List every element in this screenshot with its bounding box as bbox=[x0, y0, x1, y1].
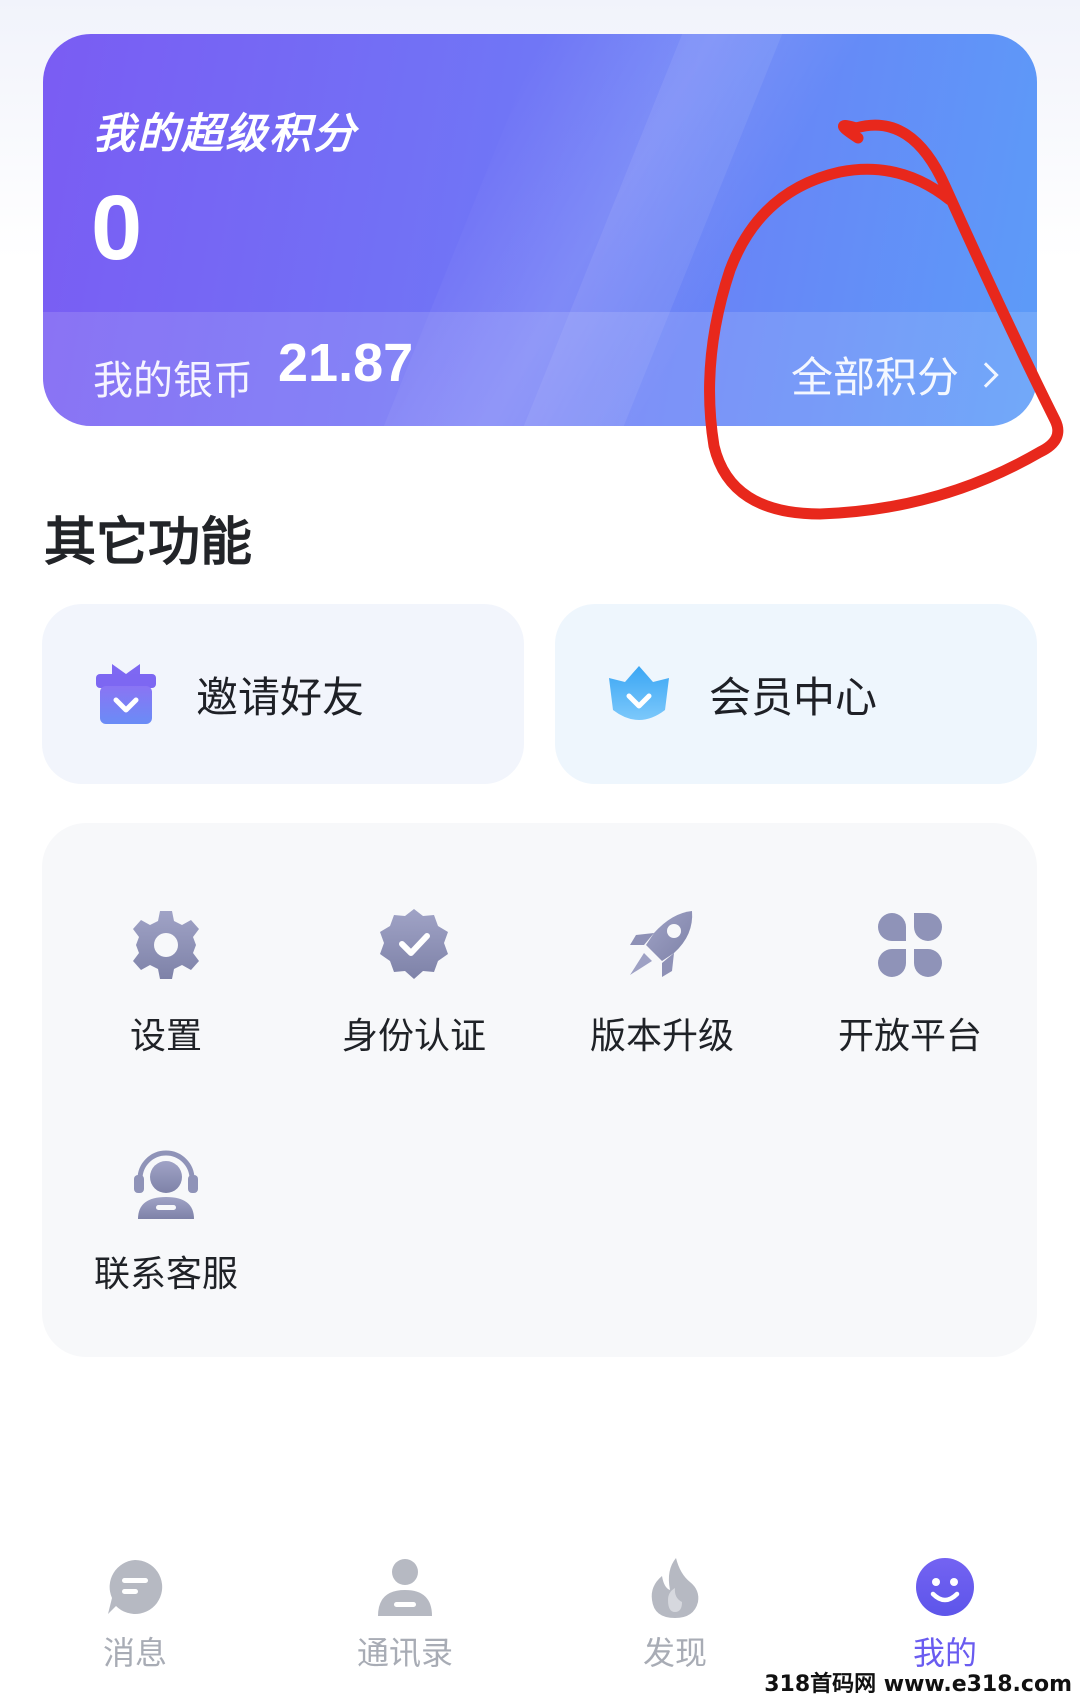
crown-shield-icon bbox=[609, 666, 669, 720]
nav-label-contacts: 通讯录 bbox=[356, 1634, 453, 1672]
open-platform-button[interactable]: 开放平台 bbox=[786, 905, 1034, 1059]
all-points-link[interactable]: 全部积分 bbox=[790, 344, 999, 405]
member-center-button[interactable]: 会员中心 bbox=[555, 604, 1037, 784]
section-title-other-functions: 其它功能 bbox=[44, 513, 253, 573]
nav-tab-contacts[interactable]: 通讯录 bbox=[270, 1554, 540, 1674]
flame-icon bbox=[651, 1558, 699, 1618]
rocket-icon bbox=[630, 911, 693, 977]
smiley-icon bbox=[916, 1558, 974, 1616]
super-points-value: 0 bbox=[91, 177, 143, 279]
member-center-label: 会员中心 bbox=[709, 672, 878, 722]
contact-support-label: 联系客服 bbox=[93, 1254, 238, 1295]
gift-icon bbox=[96, 664, 156, 724]
nav-tab-me[interactable]: 我的 bbox=[810, 1554, 1080, 1674]
nav-label-messages: 消息 bbox=[102, 1634, 167, 1672]
silver-coin-label: 我的银币 bbox=[93, 358, 253, 404]
version-upgrade-button[interactable]: 版本升级 bbox=[538, 905, 786, 1059]
nav-tab-discover[interactable]: 发现 bbox=[540, 1554, 810, 1674]
invite-friends-label: 邀请好友 bbox=[196, 672, 365, 722]
open-platform-label: 开放平台 bbox=[837, 1016, 982, 1057]
functions-panel: 设置 身份认证 版本升级 开放平台 联系客服 bbox=[42, 823, 1037, 1357]
contact-support-button[interactable]: 联系客服 bbox=[42, 1143, 290, 1297]
headset-agent-icon bbox=[134, 1150, 198, 1219]
invite-friends-button[interactable]: 邀请好友 bbox=[42, 604, 524, 784]
card-bottom-bar: 我的银币 21.87 全部积分 bbox=[43, 312, 1037, 426]
all-points-label: 全部积分 bbox=[790, 353, 959, 402]
version-upgrade-label: 版本升级 bbox=[589, 1016, 734, 1057]
verified-badge-icon bbox=[380, 909, 448, 979]
profile-page: 我的超级积分 0 我的银币 21.87 全部积分 其它功能 邀请好友 会员中心 … bbox=[0, 0, 1080, 1704]
nav-tab-messages[interactable]: 消息 bbox=[0, 1554, 270, 1674]
gear-icon bbox=[133, 911, 199, 979]
message-icon bbox=[108, 1559, 163, 1614]
chevron-right-icon bbox=[973, 361, 999, 388]
grid-icon bbox=[878, 913, 942, 977]
watermark-text: 318首码网 www.e318.com bbox=[764, 1672, 1072, 1697]
contacts-icon bbox=[378, 1559, 432, 1616]
identity-verification-button[interactable]: 身份认证 bbox=[290, 905, 538, 1059]
identity-verification-label: 身份认证 bbox=[341, 1016, 486, 1057]
settings-button[interactable]: 设置 bbox=[42, 905, 290, 1059]
silver-coin-value: 21.87 bbox=[278, 333, 414, 393]
super-points-card[interactable]: 我的超级积分 0 我的银币 21.87 全部积分 bbox=[43, 34, 1037, 426]
settings-label: 设置 bbox=[129, 1016, 202, 1057]
super-points-title: 我的超级积分 bbox=[93, 109, 358, 158]
